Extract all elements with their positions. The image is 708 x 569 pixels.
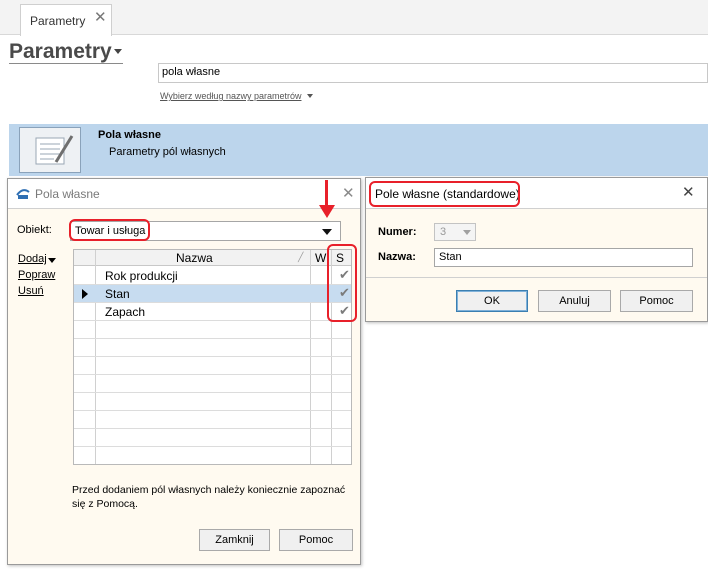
search-mode-link[interactable]: Wybierz według nazwy parametrów [160,91,301,101]
annotation-arrow [325,180,328,208]
sort-icon: ╱ [298,252,304,262]
numer-select: 3 [434,223,476,241]
close-icon[interactable]: ✕ [682,183,695,201]
dialog-title: Pola własne [35,187,100,201]
table-row-empty[interactable] [74,375,351,393]
nazwa-field[interactable]: Stan [434,248,693,267]
chevron-down-icon[interactable] [48,258,56,263]
column-header-nazwa[interactable]: Nazwa [176,251,213,265]
search-input[interactable]: pola własne [158,63,708,83]
close-icon[interactable]: ✕ [342,184,355,202]
numer-label: Numer: [378,226,417,238]
anuluj-button[interactable]: Anuluj [538,290,611,312]
table-row-empty[interactable] [74,393,351,411]
help-note: Przed dodaniem pól własnych należy konie… [72,484,346,510]
app-logo-icon [16,189,30,199]
popraw-link[interactable]: Popraw [18,269,55,281]
arrow-down-icon [319,205,335,218]
divider [366,277,707,278]
result-item-pola-wlasne[interactable]: Pola własne Parametry pól własnych [9,124,708,176]
row-name: Zapach [105,305,146,319]
tab-label: Parametry [30,14,86,28]
annotation-highlight-obiekt [69,219,150,241]
dropdown-arrow-icon[interactable] [322,229,332,235]
result-subtitle: Parametry pól własnych [109,146,226,158]
table-row[interactable]: Zapach ✔ [74,303,351,321]
chevron-down-icon[interactable] [114,49,122,54]
row-name: Stan [105,287,130,301]
table-row[interactable]: Rok produkcji ✔ [74,267,351,285]
tab-bar: Parametry ✕ [0,0,708,36]
column-header-w[interactable]: W [315,251,326,265]
close-icon[interactable]: ✕ [94,8,107,26]
pomoc-button[interactable]: Pomoc [620,290,693,312]
nazwa-label: Nazwa: [378,251,416,263]
tab-parametry[interactable]: Parametry ✕ [20,4,112,36]
table-row-empty[interactable] [74,339,351,357]
pomoc-button[interactable]: Pomoc [279,529,353,551]
title-underline [9,63,123,64]
fields-table: Nazwa ╱ W S Rok produkcji ✔ Stan ✔ Zapac… [73,249,352,465]
zamknij-button[interactable]: Zamknij [199,529,270,551]
table-row-empty[interactable] [74,411,351,429]
usun-link[interactable]: Usuń [18,285,44,297]
document-pen-icon [19,127,81,173]
table-row-empty[interactable] [74,357,351,375]
obiekt-label: Obiekt: [17,224,52,236]
numer-value: 3 [440,226,447,238]
annotation-highlight-dialog-title [369,181,520,207]
dialog-pola-wlasne: Pola własne ✕ Obiekt: Towar i usługa Dod… [7,178,361,565]
row-name: Rok produkcji [105,269,178,283]
page-title[interactable]: Parametry [9,40,112,64]
table-row-empty[interactable] [74,447,351,464]
table-row-empty[interactable] [74,429,351,447]
annotation-highlight-s-column [327,244,357,322]
row-pointer-icon [82,289,88,299]
result-title: Pola własne [98,129,161,141]
table-row[interactable]: Stan ✔ [74,285,351,303]
dialog-titlebar[interactable]: Pola własne ✕ [8,179,360,209]
dropdown-arrow-icon [463,230,471,235]
dodaj-link[interactable]: Dodaj [18,253,47,265]
chevron-down-icon[interactable] [307,94,313,98]
ok-button[interactable]: OK [456,290,528,312]
table-row-empty[interactable] [74,321,351,339]
